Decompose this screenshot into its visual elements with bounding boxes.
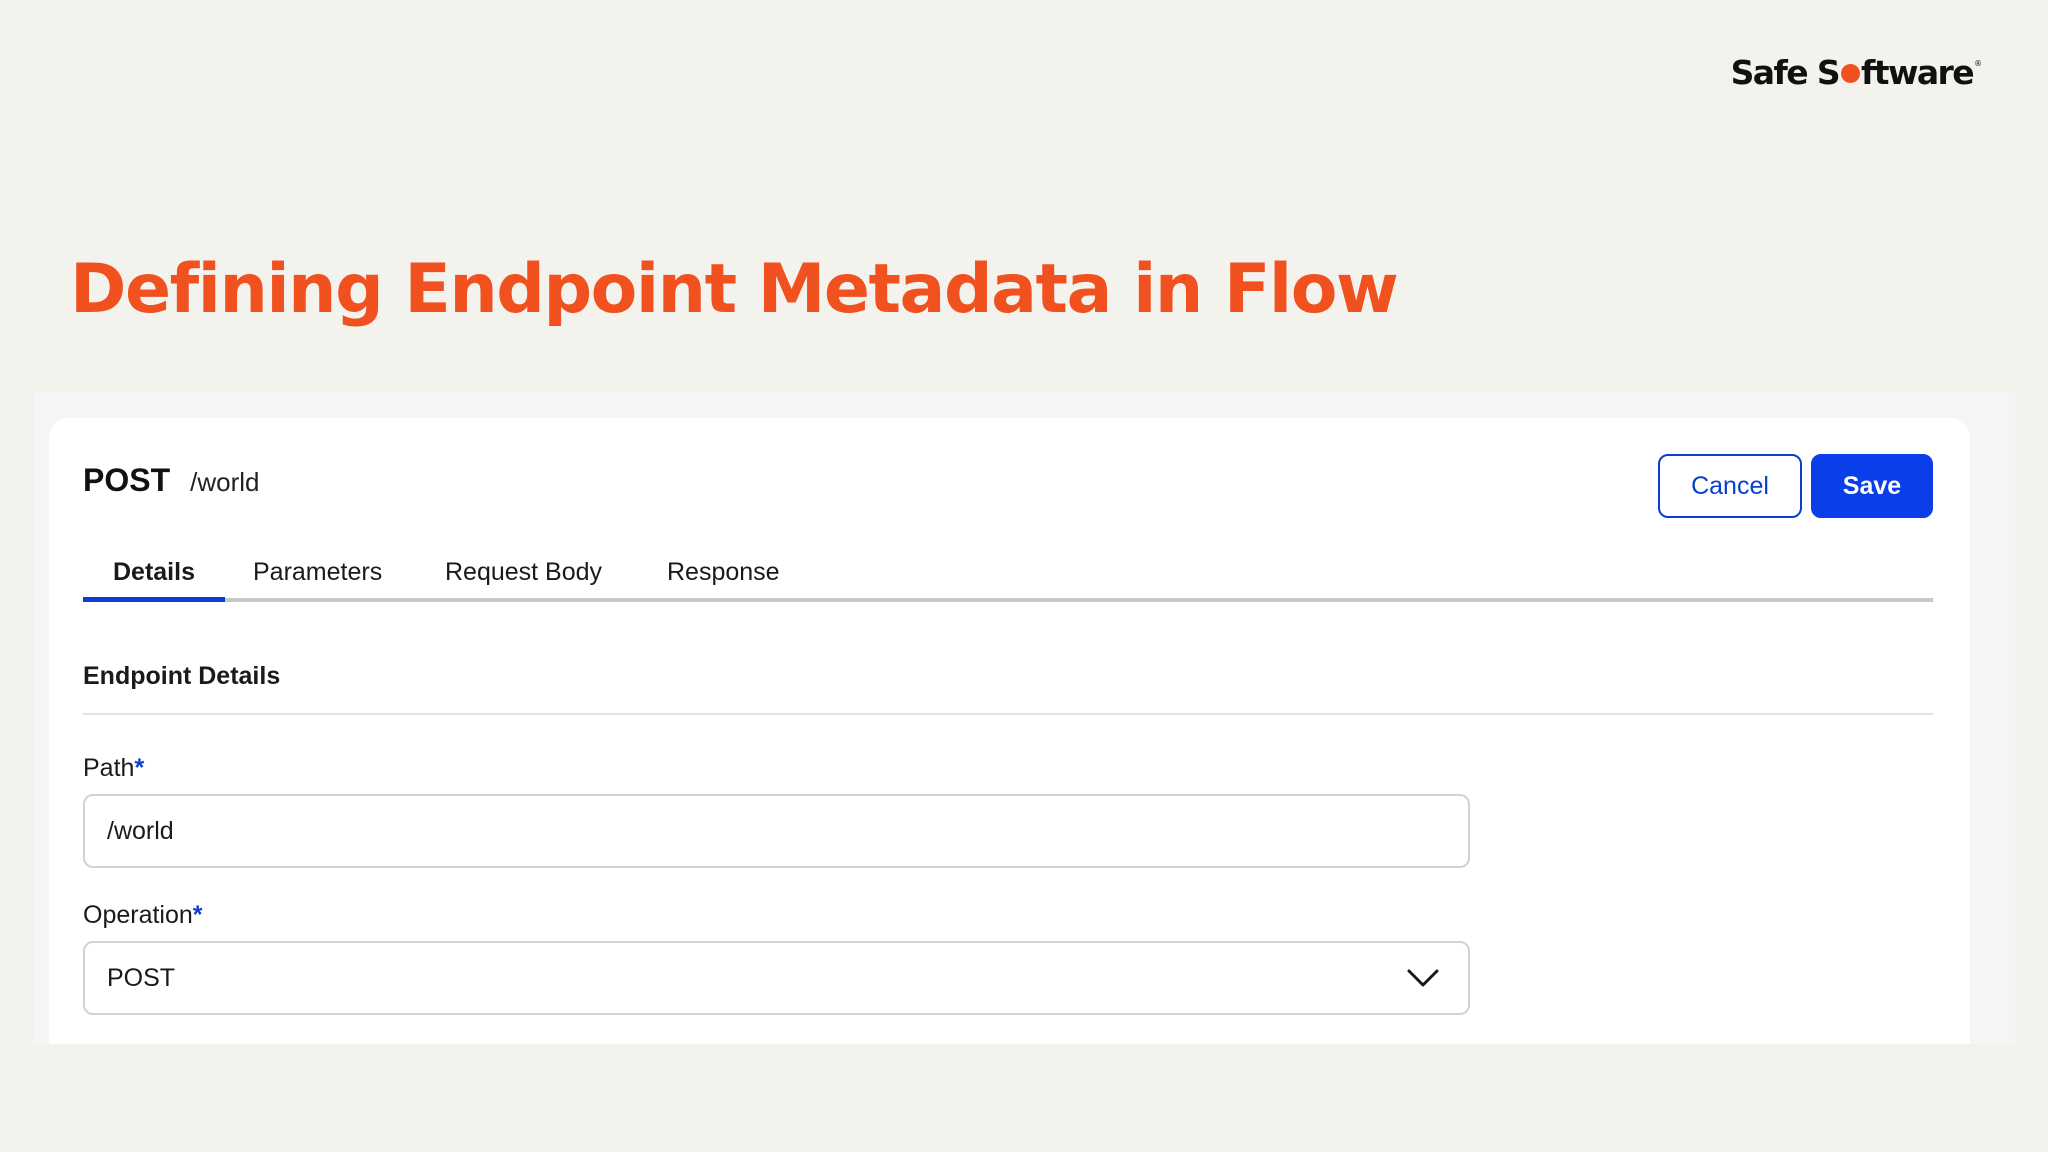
operation-select[interactable]: POST [83, 941, 1470, 1015]
slide-title: Defining Endpoint Metadata in Flow [70, 250, 1399, 329]
tab-response[interactable]: Response [667, 558, 780, 598]
tab-parameters[interactable]: Parameters [253, 558, 382, 598]
path-field-label: Path* [83, 754, 144, 783]
screenshot-frame: POST /world Cancel Save Details Paramete… [34, 392, 2015, 1044]
tab-details[interactable]: Details [83, 558, 225, 602]
operation-selected-value: POST [107, 963, 176, 992]
operation-field-label: Operation* [83, 901, 203, 930]
operation-label-text: Operation [83, 901, 193, 929]
path-label-text: Path [83, 754, 135, 782]
path-input[interactable] [83, 794, 1470, 868]
cancel-button[interactable]: Cancel [1658, 454, 1802, 518]
tab-request-body[interactable]: Request Body [445, 558, 602, 598]
tab-bar: Details Parameters Request Body Response [83, 558, 1933, 602]
logo-text-part1: Safe S [1730, 53, 1841, 92]
safe-software-logo: Safe S ftware ® [1731, 56, 1982, 89]
logo-orange-dot [1841, 64, 1861, 83]
logo-text-part2: ftware [1861, 53, 1975, 92]
operation-required-marker: * [192, 901, 203, 929]
path-required-marker: * [134, 754, 145, 782]
logo-trademark: ® [1974, 59, 1982, 68]
section-title: Endpoint Details [83, 662, 281, 690]
endpoint-method: POST [83, 462, 171, 498]
section-divider [83, 713, 1933, 715]
endpoint-header: POST /world [83, 462, 259, 499]
endpoint-editor-panel: POST /world Cancel Save Details Paramete… [49, 418, 1970, 1044]
save-button[interactable]: Save [1811, 454, 1933, 518]
endpoint-path: /world [190, 467, 260, 497]
chevron-down-icon[interactable] [1406, 968, 1440, 988]
